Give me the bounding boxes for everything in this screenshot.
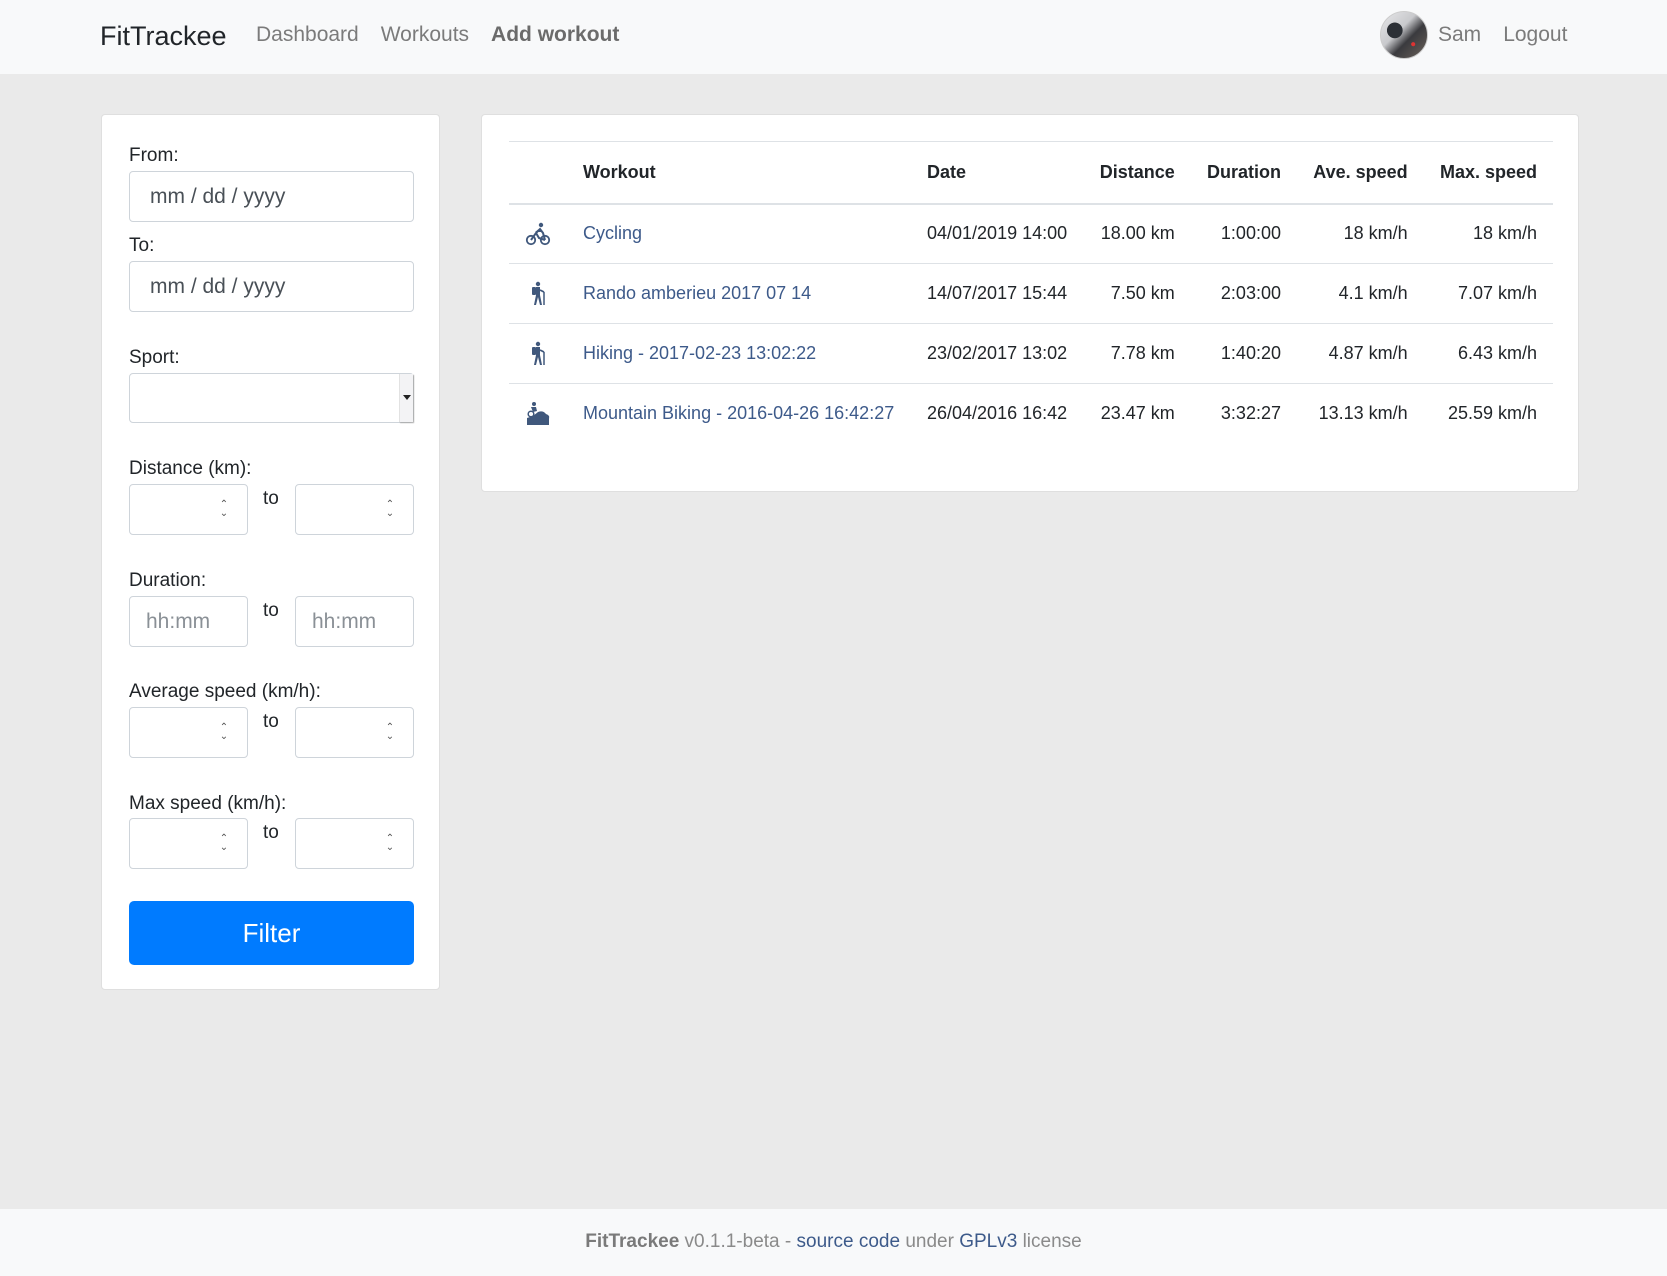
distance-cell: 7.78 km: [1083, 323, 1191, 384]
logout-link[interactable]: Logout: [1503, 23, 1567, 47]
distance-label: Distance (km):: [129, 458, 252, 479]
ave-speed-label: Average speed (km/h):: [129, 681, 321, 702]
max-speed-to-input[interactable]: ⌃ ⌄: [295, 818, 414, 869]
header-distance: Distance: [1083, 141, 1191, 205]
user-menu: Sam Logout: [1380, 11, 1567, 59]
table-row: Hiking - 2017-02-23 13:02:22 23/02/2017 …: [509, 323, 1553, 384]
duration-to-input[interactable]: hh:mm: [295, 596, 414, 647]
max-speed-cell: 18 km/h: [1423, 203, 1553, 264]
brand-logo[interactable]: FitTrackee: [100, 21, 227, 52]
from-label: From:: [129, 145, 179, 166]
to-label: To:: [129, 235, 155, 256]
date-cell: 26/04/2016 16:42: [927, 403, 1068, 424]
footer-separator: -: [784, 1231, 792, 1252]
nav-add-workout[interactable]: Add workout: [491, 23, 619, 47]
navbar: FitTrackee Dashboard Workouts Add workou…: [0, 0, 1667, 74]
from-date-input[interactable]: mm / dd / yyyy: [129, 171, 414, 222]
mountain-biking-icon: [527, 401, 550, 425]
distance-to-input[interactable]: ⌃ ⌄: [295, 484, 414, 535]
ave-speed-cell: 18 km/h: [1296, 203, 1424, 264]
footer-app-name: FitTrackee: [585, 1231, 680, 1252]
duration-label: Duration:: [129, 570, 207, 591]
sport-select[interactable]: [129, 373, 414, 423]
ave-speed-cell: 4.87 km/h: [1296, 323, 1424, 384]
workout-link[interactable]: Mountain Biking - 2016-04-26 16:42:27: [583, 403, 894, 423]
workout-link[interactable]: Hiking - 2017-02-23 13:02:22: [583, 343, 816, 363]
avatar[interactable]: [1380, 11, 1428, 59]
license-link[interactable]: GPLv3: [959, 1231, 1017, 1252]
duration-to-separator: to: [263, 600, 279, 621]
spinner-icon[interactable]: ⌃ ⌄: [385, 723, 395, 743]
table-header-row: Workout Date Distance Duration Ave. spee…: [509, 141, 1553, 205]
workout-link[interactable]: Cycling: [583, 223, 642, 243]
hiking-icon: [532, 341, 545, 365]
ave-speed-cell: 4.1 km/h: [1296, 263, 1424, 324]
source-code-link[interactable]: source code: [797, 1231, 901, 1252]
max-speed-to-separator: to: [263, 822, 279, 843]
table-row: Mountain Biking - 2016-04-26 16:42:27 26…: [509, 384, 1553, 444]
spinner-icon[interactable]: ⌃ ⌄: [219, 723, 229, 743]
distance-to-separator: to: [263, 488, 279, 509]
ave-speed-cell: 13.13 km/h: [1318, 403, 1408, 424]
spinner-icon[interactable]: ⌃ ⌄: [219, 834, 229, 854]
nav-links: Dashboard Workouts Add workout: [256, 23, 619, 47]
header-duration: Duration: [1190, 141, 1297, 205]
header-workout: Workout: [567, 141, 911, 205]
max-speed-cell: 25.59 km/h: [1447, 403, 1537, 424]
filter-panel: From: mm / dd / yyyy To: mm / dd / yyyy …: [101, 114, 440, 990]
filter-button[interactable]: Filter: [129, 901, 414, 965]
cycling-icon: [525, 222, 551, 245]
ave-speed-from-input[interactable]: ⌃ ⌄: [129, 707, 248, 758]
distance-cell: 18.00 km: [1083, 203, 1191, 264]
sport-label: Sport:: [129, 347, 180, 368]
nav-dashboard[interactable]: Dashboard: [256, 23, 359, 47]
duration-from-input[interactable]: hh:mm: [129, 596, 248, 647]
duration-cell: 2:03:00: [1190, 263, 1297, 324]
workouts-panel: Workout Date Distance Duration Ave. spee…: [481, 114, 1579, 492]
to-date-input[interactable]: mm / dd / yyyy: [129, 261, 414, 312]
chevron-down-icon: [399, 374, 413, 422]
duration-cell: 3:32:27: [1220, 403, 1281, 424]
table-row: Rando amberieu 2017 07 14 14/07/2017 15:…: [509, 263, 1553, 324]
header-max-speed: Max. speed: [1423, 141, 1553, 205]
distance-cell: 7.50 km: [1083, 263, 1191, 324]
max-speed-cell: 7.07 km/h: [1423, 263, 1553, 324]
nav-workouts[interactable]: Workouts: [381, 23, 469, 47]
nav-user-name[interactable]: Sam: [1438, 23, 1481, 47]
workout-link[interactable]: Rando amberieu 2017 07 14: [583, 283, 811, 303]
footer-license: license: [1022, 1231, 1082, 1252]
distance-cell: 23.47 km: [1100, 403, 1175, 424]
header-sport: [509, 141, 567, 205]
date-cell: 04/01/2019 14:00: [911, 203, 1084, 264]
footer-under: under: [905, 1231, 954, 1252]
sport-cell: [509, 323, 567, 384]
header-ave-speed: Ave. speed: [1296, 141, 1424, 205]
sport-cell: [509, 203, 567, 264]
spinner-icon[interactable]: ⌃ ⌄: [219, 500, 229, 520]
footer-version: v0.1.1-beta: [684, 1231, 780, 1252]
max-speed-from-input[interactable]: ⌃ ⌄: [129, 818, 248, 869]
duration-cell: 1:00:00: [1190, 203, 1297, 264]
sport-cell: [509, 263, 567, 324]
max-speed-label: Max speed (km/h):: [129, 793, 287, 814]
ave-speed-to-input[interactable]: ⌃ ⌄: [295, 707, 414, 758]
max-speed-cell: 6.43 km/h: [1423, 323, 1553, 384]
date-cell: 14/07/2017 15:44: [911, 263, 1084, 324]
workouts-table: Workout Date Distance Duration Ave. spee…: [509, 141, 1553, 444]
spinner-icon[interactable]: ⌃ ⌄: [385, 834, 395, 854]
duration-cell: 1:40:20: [1190, 323, 1297, 384]
spinner-icon[interactable]: ⌃ ⌄: [385, 500, 395, 520]
footer: FitTrackee v0.1.1-beta - source code und…: [0, 1209, 1667, 1276]
hiking-icon: [532, 281, 545, 305]
date-cell: 23/02/2017 13:02: [911, 323, 1084, 384]
distance-from-input[interactable]: ⌃ ⌄: [129, 484, 248, 535]
table-row: Cycling 04/01/2019 14:00 18.00 km 1:00:0…: [509, 203, 1553, 264]
ave-speed-to-separator: to: [263, 711, 279, 732]
sport-cell: [509, 384, 567, 444]
header-date: Date: [911, 141, 1084, 205]
